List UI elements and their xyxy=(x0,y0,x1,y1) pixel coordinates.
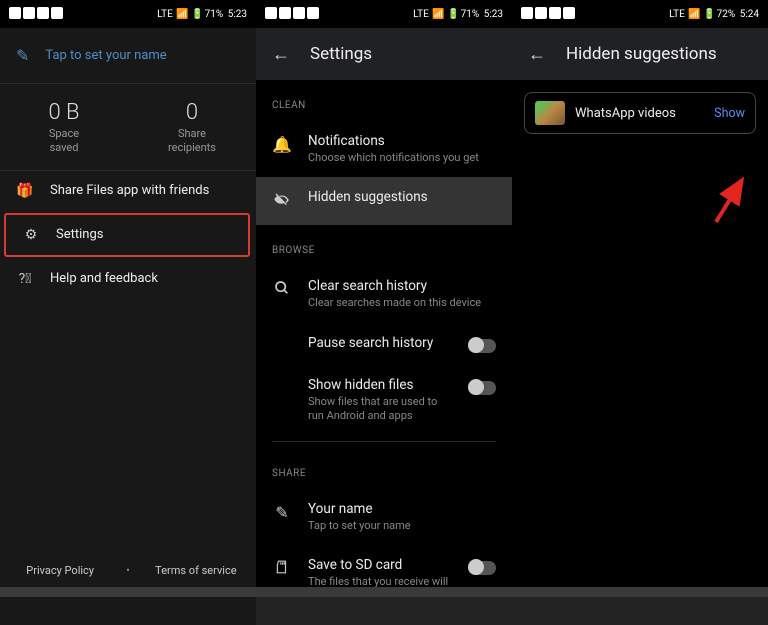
net-icon: LTE xyxy=(157,9,173,20)
row-hidden-suggestions[interactable]: Hidden suggestions xyxy=(256,177,512,225)
stats-row: 0 B Spacesaved 0 Sharerecipients xyxy=(0,84,256,170)
privacy-link[interactable]: Privacy Policy xyxy=(4,564,116,577)
drawer-footer: Privacy Policy • Terms of service xyxy=(0,554,256,587)
edit-name-row[interactable]: ✎ Tap to set your name xyxy=(0,28,256,83)
toggle-show-hidden[interactable] xyxy=(468,381,496,395)
status-bar: LTE 📶 🔋72% 5:24 xyxy=(512,0,768,28)
section-browse: BROWSE xyxy=(256,225,512,266)
annotation-arrow xyxy=(712,176,760,230)
gear-icon: ⚙ xyxy=(22,227,40,243)
drawer-item-help[interactable]: ?⃝ Help and feedback xyxy=(0,259,256,299)
nav-drawer: ✎ Tap to set your name 0 B Spacesaved 0 … xyxy=(0,28,256,625)
section-share: SHARE xyxy=(256,448,512,489)
show-button[interactable]: Show xyxy=(714,106,745,121)
suggestion-card: WhatsApp videos Show xyxy=(524,92,756,134)
pencil-icon: ✎ xyxy=(272,501,292,522)
pencil-icon: ✎ xyxy=(16,46,29,65)
terms-link[interactable]: Terms of service xyxy=(140,564,252,577)
back-icon[interactable]: ← xyxy=(272,44,290,65)
drawer-item-share-app[interactable]: 🎁 Share Files app with friends xyxy=(0,171,256,211)
status-bar: LTE 📶 🔋71% 5:23 xyxy=(0,0,256,28)
toggle-sd-card[interactable] xyxy=(468,561,496,575)
section-clean: CLEAN xyxy=(256,80,512,121)
search-icon xyxy=(272,278,292,300)
help-icon: ?⃝ xyxy=(16,271,34,287)
visibility-off-icon xyxy=(272,189,292,213)
status-bar: LTE 📶 🔋71% 5:23 xyxy=(256,0,512,28)
app-bar: ← Hidden suggestions xyxy=(512,28,768,80)
row-clear-search[interactable]: Clear search history Clear searches made… xyxy=(256,266,512,322)
back-icon[interactable]: ← xyxy=(528,44,546,65)
page-title: Hidden suggestions xyxy=(566,44,717,64)
space-saved-value: 0 B xyxy=(0,100,128,125)
sd-card-icon xyxy=(272,557,292,579)
toggle-pause-search[interactable] xyxy=(468,339,496,353)
row-pause-search[interactable]: Pause search history xyxy=(256,323,512,365)
row-your-name[interactable]: ✎ Your name Tap to set your name xyxy=(256,489,512,545)
bell-icon: 🔔 xyxy=(272,133,292,154)
drawer-item-settings[interactable]: ⚙ Settings xyxy=(4,213,250,257)
app-bar: ← Settings xyxy=(256,28,512,80)
page-title: Settings xyxy=(310,44,372,64)
gift-icon: 🎁 xyxy=(16,183,34,199)
card-title: WhatsApp videos xyxy=(575,106,704,121)
row-show-hidden-files[interactable]: Show hidden files Show files that are us… xyxy=(256,365,512,436)
share-recipients-value: 0 xyxy=(128,100,256,125)
thumbnail xyxy=(535,101,565,125)
row-notifications[interactable]: 🔔 Notifications Choose which notificatio… xyxy=(256,121,512,177)
edit-name-label: Tap to set your name xyxy=(45,48,166,63)
